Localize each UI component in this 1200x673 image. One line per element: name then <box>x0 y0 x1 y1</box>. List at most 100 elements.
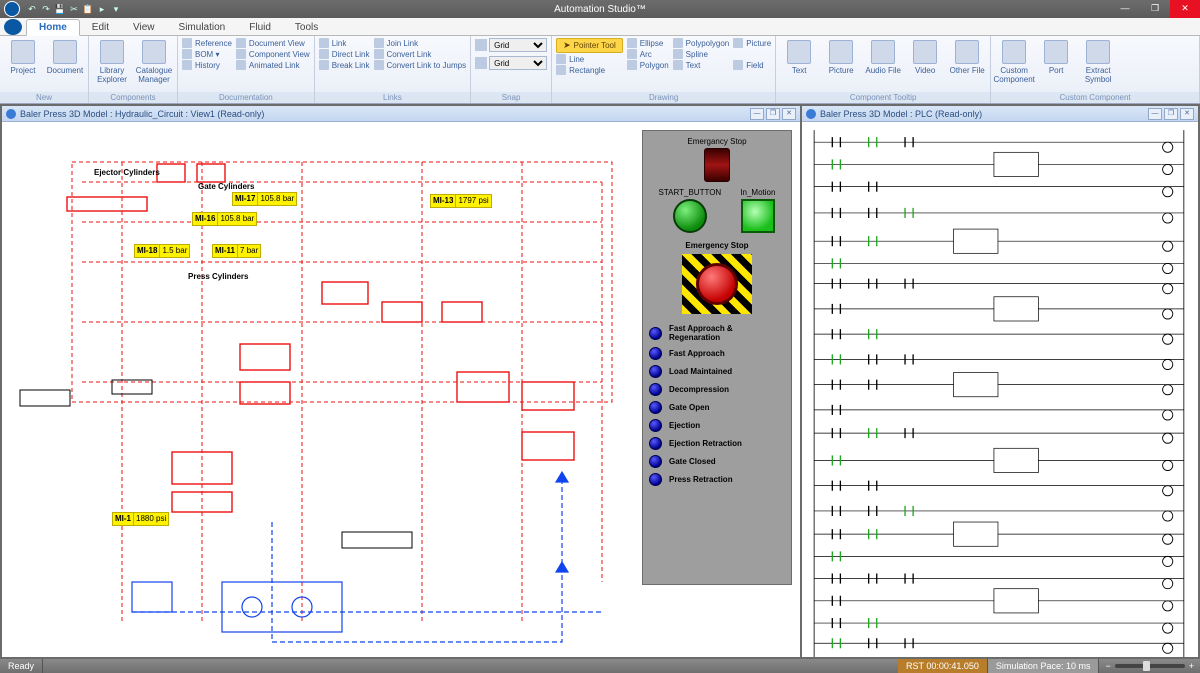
tooltip-picture-button[interactable]: Picture <box>822 38 860 75</box>
polypolygon-button[interactable]: Polypolygon <box>673 38 730 48</box>
ladder-diagram <box>802 122 1198 657</box>
text-button[interactable]: Text <box>673 60 730 70</box>
port-icon <box>1044 40 1068 64</box>
tooltip-other-button[interactable]: Other File <box>948 38 986 75</box>
reference-icon <box>182 38 192 48</box>
arc-button[interactable]: Arc <box>627 49 669 59</box>
in-motion-indicator <box>741 199 775 233</box>
tab-home[interactable]: Home <box>26 19 80 36</box>
pane-close-button[interactable]: ✕ <box>782 108 796 120</box>
document-view-button[interactable]: Document View <box>236 38 310 48</box>
library-icon <box>100 40 124 64</box>
pane-max-button[interactable]: ❐ <box>1164 108 1178 120</box>
pane-header[interactable]: Baler Press 3D Model : PLC (Read-only) —… <box>802 106 1198 122</box>
bom-button[interactable]: BOM ▾ <box>182 49 232 59</box>
status-row: Load Maintained <box>649 365 785 378</box>
spline-button[interactable]: Spline <box>673 49 730 59</box>
qat-play[interactable]: ▸ <box>96 3 108 15</box>
tooltip-text-button[interactable]: Text <box>780 38 818 75</box>
library-explorer-button[interactable]: Library Explorer <box>93 38 131 84</box>
convert-link-button[interactable]: Convert Link <box>374 49 467 59</box>
port-button[interactable]: Port <box>1037 38 1075 75</box>
measurement-mi11[interactable]: MI-117 bar <box>212 244 261 258</box>
polygon-button[interactable]: Polygon <box>627 60 669 70</box>
qat-redo[interactable]: ↷ <box>40 3 52 15</box>
tab-tools[interactable]: Tools <box>283 20 330 35</box>
measurement-mi18[interactable]: MI-181.5 bar <box>134 244 190 258</box>
pane-min-button[interactable]: — <box>750 108 764 120</box>
picture-button[interactable]: Picture <box>733 38 771 48</box>
estop-button[interactable] <box>696 263 738 305</box>
ttpic-icon <box>829 40 853 64</box>
measurement-mi16[interactable]: MI-16105.8 bar <box>192 212 257 226</box>
pane-header[interactable]: Baler Press 3D Model : Hydraulic_Circuit… <box>2 106 800 122</box>
component-view-button[interactable]: Component View <box>236 49 310 59</box>
break-link-button[interactable]: Break Link <box>319 60 370 70</box>
tab-fluid[interactable]: Fluid <box>237 20 283 35</box>
workspace: Baler Press 3D Model : Hydraulic_Circuit… <box>0 104 1200 659</box>
file-menu-icon[interactable] <box>4 19 22 35</box>
tab-view[interactable]: View <box>121 20 167 35</box>
ribbon-group-components: Library Explorer Catalogue Manager Compo… <box>89 36 178 103</box>
field-button[interactable]: Field <box>733 60 771 70</box>
animlink-icon <box>236 60 246 70</box>
direct-link-button[interactable]: Direct Link <box>319 49 370 59</box>
tooltip-video-button[interactable]: Video <box>906 38 944 75</box>
close-button[interactable]: ✕ <box>1170 0 1200 18</box>
pane-close-button[interactable]: ✕ <box>1180 108 1194 120</box>
qat-save[interactable]: 💾 <box>54 3 66 15</box>
group-label: Drawing <box>552 92 775 103</box>
compview-icon <box>236 49 246 59</box>
animated-link-button[interactable]: Animated Link <box>236 60 310 70</box>
pointer-tool-button[interactable]: ➤Pointer Tool <box>556 38 623 53</box>
pane-icon <box>806 109 816 119</box>
pane-max-button[interactable]: ❐ <box>766 108 780 120</box>
qat-more[interactable]: ▾ <box>110 3 122 15</box>
snap-select-1[interactable]: Grid <box>489 38 547 52</box>
start-button[interactable] <box>673 199 707 233</box>
tooltip-audio-button[interactable]: Audio File <box>864 38 902 75</box>
extract-symbol-button[interactable]: Extract Symbol <box>1079 38 1117 84</box>
plc-canvas[interactable] <box>802 122 1198 657</box>
zoom-out-icon[interactable]: − <box>1105 661 1110 671</box>
estop-label: Emergency Stop <box>649 241 785 250</box>
joinlink-icon <box>374 38 384 48</box>
join-link-button[interactable]: Join Link <box>374 38 467 48</box>
hmi-panel: Emergancy Stop START_BUTTON In_Motion Em… <box>642 130 792 585</box>
tab-simulation[interactable]: Simulation <box>167 20 238 35</box>
project-button[interactable]: Project <box>4 38 42 75</box>
pointer-icon: ➤ <box>563 40 571 51</box>
group-label: Documentation <box>178 92 314 103</box>
status-pace: Simulation Pace: 10 ms <box>988 659 1100 673</box>
rectangle-button[interactable]: Rectangle <box>556 65 623 75</box>
measurement-mi17[interactable]: MI-17105.8 bar <box>232 192 297 206</box>
zoom-slider[interactable] <box>1115 664 1185 668</box>
tab-edit[interactable]: Edit <box>80 20 121 35</box>
history-button[interactable]: History <box>182 60 232 70</box>
snap-icon <box>475 39 487 51</box>
qat-cut[interactable]: ✂ <box>68 3 80 15</box>
minimize-button[interactable]: — <box>1110 0 1140 18</box>
qat-paste[interactable]: 📋 <box>82 3 94 15</box>
convert-link-jumps-button[interactable]: Convert Link to Jumps <box>374 60 467 70</box>
zoom-in-icon[interactable]: + <box>1189 661 1194 671</box>
line-button[interactable]: Line <box>556 54 623 64</box>
link-button[interactable]: Link <box>319 38 370 48</box>
pane-min-button[interactable]: — <box>1148 108 1162 120</box>
zoom-control[interactable]: − + <box>1099 661 1200 671</box>
measurement-mi1[interactable]: MI-11880 psi <box>112 512 169 526</box>
ellipse-button[interactable]: Ellipse <box>627 38 669 48</box>
custom-component-button[interactable]: Custom Component <box>995 38 1033 84</box>
group-label: Custom Component <box>991 92 1199 103</box>
document-button[interactable]: Document <box>46 38 84 75</box>
status-row: Decompression <box>649 383 785 396</box>
ribbon-group-documentation: Reference BOM ▾ History Document View Co… <box>178 36 315 103</box>
measurement-mi13[interactable]: MI-131797 psi <box>430 194 492 208</box>
reference-button[interactable]: Reference <box>182 38 232 48</box>
hydraulic-canvas[interactable]: Ejector Cylinders Gate Cylinders Press C… <box>2 122 800 657</box>
maximize-button[interactable]: ❐ <box>1140 0 1170 18</box>
qat-undo[interactable]: ↶ <box>26 3 38 15</box>
snap-select-2[interactable]: Grid <box>489 56 547 70</box>
polygon-icon <box>627 60 637 70</box>
catalogue-manager-button[interactable]: Catalogue Manager <box>135 38 173 84</box>
